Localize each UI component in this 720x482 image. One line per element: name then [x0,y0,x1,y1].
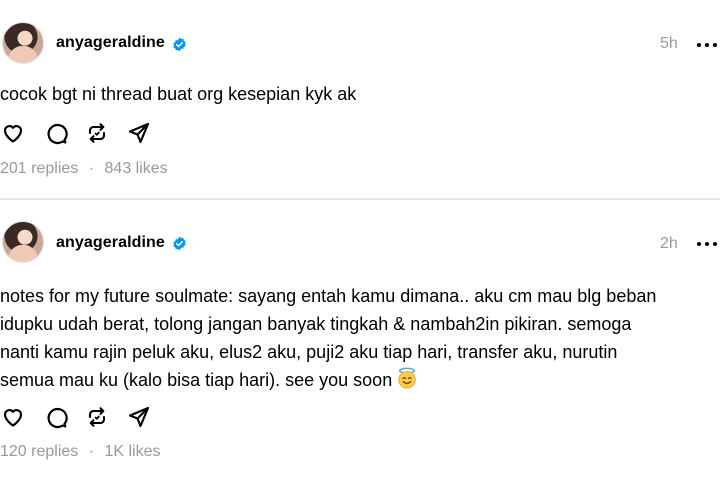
repost-icon [88,407,106,427]
comment-icon [47,123,68,145]
post-timestamp: 5h [660,35,678,52]
post-text-block: notes for my future soulmate: sayang ent… [0,282,714,394]
share-button[interactable] [127,405,151,429]
username[interactable]: anyageraldine [56,234,165,252]
post-text: cocok bgt ni thread buat org kesepian ky… [0,84,357,104]
repost-icon [88,123,106,143]
thread-post-2: anyageraldine 2h notes for my future sou… [0,200,720,482]
repost-button[interactable] [85,405,109,429]
stats-separator: · [88,443,95,460]
like-button[interactable] [1,121,25,145]
verified-badge-icon [173,37,186,52]
post-text: notes for my future soulmate: sayang ent… [0,286,657,390]
repost-button[interactable] [85,121,109,145]
share-button[interactable] [127,121,151,145]
heart-icon [3,409,23,427]
like-button[interactable] [1,405,25,429]
reply-button[interactable] [44,121,68,145]
reply-button[interactable] [44,405,68,429]
likes-count[interactable]: 843 likes [105,160,168,177]
verified-badge-icon [173,236,186,251]
avatar[interactable] [2,221,44,263]
more-icon[interactable] [697,41,719,49]
smiling-face-with-halo-icon [398,367,416,389]
share-icon [128,406,150,428]
post-timestamp: 2h [660,235,678,252]
replies-count[interactable]: 120 replies [0,443,78,460]
more-icon[interactable] [697,240,719,248]
username[interactable]: anyageraldine [56,34,165,52]
heart-icon [3,125,23,143]
post-stats: 120 replies · 1K likes [0,443,161,461]
comment-icon [47,407,68,429]
thread-post-1: anyageraldine 5h cocok bgt ni thread bua… [0,0,720,198]
replies-count[interactable]: 201 replies [0,160,78,177]
post-stats: 201 replies · 843 likes [0,160,168,178]
stats-separator: · [88,160,95,177]
likes-count[interactable]: 1K likes [105,443,161,460]
share-icon [128,122,150,144]
avatar[interactable] [2,22,44,64]
